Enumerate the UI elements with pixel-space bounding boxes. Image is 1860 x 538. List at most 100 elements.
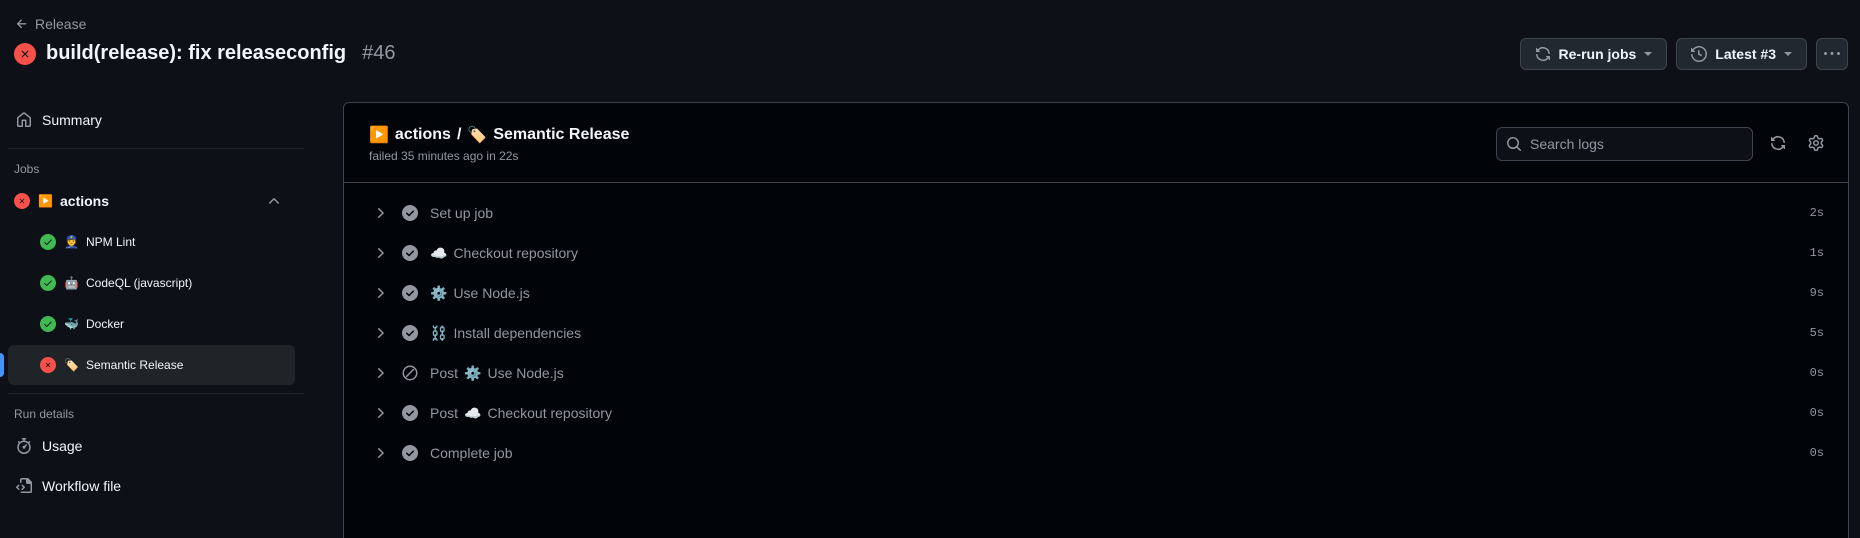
failed-status-icon [14,42,36,65]
chevron-right-icon[interactable] [372,365,388,381]
job-status-line: failed 35 minutes ago in 22s [369,149,519,163]
chevron-right-icon[interactable] [372,325,388,341]
step-name: ⚙️ Use Node.js [430,285,530,302]
step-prefix: Post [430,405,459,421]
latest-attempt-label: Latest #3 [1715,46,1776,62]
job-label: Docker [86,317,125,331]
job-label: CodeQL (javascript) [86,276,193,290]
job-header: ▶️ actions / 🏷️ Semantic Release failed … [344,103,1848,183]
job-log-panel: ▶️ actions / 🏷️ Semantic Release failed … [343,102,1849,538]
step-name: Set up job [430,205,493,221]
rerun-jobs-label: Re-run jobs [1558,46,1637,62]
chevron-right-icon[interactable] [372,285,388,301]
success-status-icon [402,245,418,261]
caret-down-icon [1784,52,1792,56]
jobs-heading: Jobs [14,162,40,176]
step-row[interactable]: Post ⚙️ Use Node.js 0s [344,353,1848,393]
step-row[interactable]: ⚙️ Use Node.js 9s [344,273,1848,313]
step-row[interactable]: Post ☁️ Checkout repository 0s [344,393,1848,433]
step-row[interactable]: Complete job 0s [344,433,1848,473]
file-code-icon [16,478,32,493]
sidebar-job-semantic-release[interactable]: 🏷️ Semantic Release [8,345,295,385]
gear-icon[interactable] [1808,135,1824,151]
skipped-status-icon [402,365,418,381]
steps-list: Set up job 2s ☁️ Checkout repository 1s ⚙️ Use… [344,183,1848,473]
active-indicator [0,353,4,377]
success-status-icon [402,325,418,341]
step-name: Post ☁️ Checkout repository [430,405,612,422]
refresh-icon[interactable] [1770,135,1786,151]
search-logs [1496,127,1753,161]
step-emoji-icon: ⛓️ [430,324,448,341]
sync-icon [1535,47,1550,61]
step-emoji-icon: ⚙️ [464,364,482,381]
success-status-icon [40,316,56,332]
step-emoji-icon: ⚙️ [430,284,448,301]
history-icon [1691,46,1708,62]
step-name: Post ⚙️ Use Node.js [430,365,564,382]
back-link[interactable]: Release [15,16,86,32]
chevron-up-icon[interactable] [266,193,282,209]
job-group-actions[interactable]: ▶️ actions [0,181,304,221]
success-status-icon [40,275,56,291]
step-label: Use Node.js [487,365,564,381]
sidebar-job-codeql[interactable]: 🤖 CodeQL (javascript) [0,263,304,303]
step-label: Set up job [430,205,494,221]
divider [8,148,304,149]
search-icon [1507,137,1522,152]
usage-label: Usage [42,438,83,454]
job-label: Semantic Release [86,358,184,372]
step-emoji-icon: ☁️ [430,244,448,261]
job-group-name[interactable]: actions [395,126,451,144]
label-tag-icon: 🏷️ [467,127,488,144]
latest-attempt-button[interactable]: Latest #3 [1676,38,1807,70]
step-emoji-icon: ☁️ [464,404,482,421]
chevron-right-icon[interactable] [372,205,388,221]
step-label: Complete job [430,445,513,461]
step-row[interactable]: ⛓️ Install dependencies 5s [344,313,1848,353]
whale-icon: 🐳 [64,317,79,331]
run-title: build(release): fix releaseconfig [46,42,347,64]
step-duration: 1s [1809,246,1824,260]
stopwatch-icon [17,438,31,454]
sidebar: Summary Jobs ▶️ actions 👮 NPM Lint 🤖 Cod… [0,100,304,506]
step-duration: 5s [1809,326,1824,340]
job-group-label: actions [60,193,110,209]
back-link-label: Release [35,16,87,32]
success-status-icon [402,285,418,301]
step-row[interactable]: Set up job 2s [344,193,1848,233]
step-duration: 0s [1809,406,1824,420]
step-label: Install dependencies [453,325,582,341]
sidebar-item-summary[interactable]: Summary [0,100,304,140]
failed-status-icon [14,193,30,209]
run-details-heading: Run details [14,407,75,421]
play-icon: ▶️ [38,194,53,208]
step-name: Complete job [430,445,513,461]
label-tag-icon: 🏷️ [64,358,79,372]
success-status-icon [402,205,418,221]
divider [8,393,304,394]
robot-icon: 🤖 [64,276,79,290]
chevron-right-icon[interactable] [372,405,388,421]
rerun-jobs-button[interactable]: Re-run jobs [1519,38,1668,70]
play-icon: ▶️ [369,127,389,144]
sidebar-job-docker[interactable]: 🐳 Docker [0,304,304,344]
sidebar-job-npm-lint[interactable]: 👮 NPM Lint [0,222,304,262]
run-number: #46 [362,42,396,64]
step-row[interactable]: ☁️ Checkout repository 1s [344,233,1848,273]
home-icon [17,112,31,127]
step-duration: 0s [1809,366,1824,380]
police-icon: 👮 [64,235,79,249]
step-label: Checkout repository [453,245,578,261]
more-options-button[interactable] [1816,38,1848,70]
chevron-right-icon[interactable] [372,445,388,461]
step-label: Checkout repository [487,405,612,421]
sidebar-item-usage[interactable]: Usage [0,426,304,466]
job-name: Semantic Release [493,126,630,143]
chevron-right-icon[interactable] [372,245,388,261]
caret-down-icon [1644,52,1653,56]
arrow-left-icon [16,19,27,29]
sidebar-item-workflow-file[interactable]: Workflow file [0,466,304,506]
search-logs-input[interactable] [1530,136,1740,152]
step-duration: 0s [1809,446,1824,460]
